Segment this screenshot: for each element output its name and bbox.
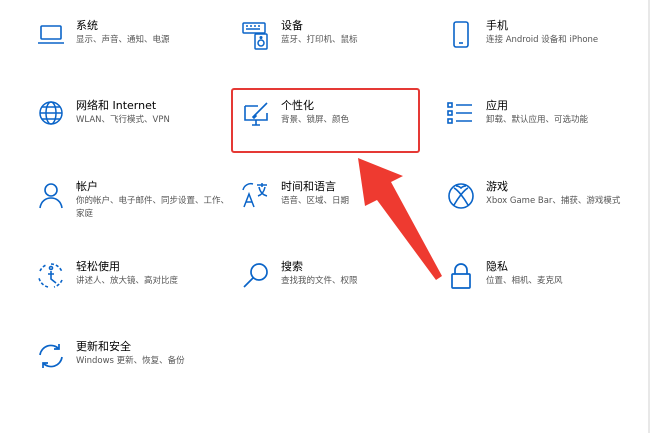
settings-tile-system[interactable]: 系统 显示、声音、通知、电源 bbox=[36, 19, 231, 76]
tile-subtitle: 蓝牙、打印机、鼠标 bbox=[281, 35, 358, 45]
tile-subtitle: 位置、相机、麦克风 bbox=[486, 276, 563, 286]
settings-tile-search[interactable]: 搜索 查找我的文件、权限 bbox=[241, 260, 436, 317]
highlight-box bbox=[231, 88, 420, 153]
settings-tile-ease-of-access[interactable]: 轻松使用 讲述人、放大镜、高对比度 bbox=[36, 260, 231, 317]
tile-subtitle: 连接 Android 设备和 iPhone bbox=[486, 35, 599, 45]
tile-title: 网络和 Internet bbox=[76, 99, 157, 112]
tile-title: 应用 bbox=[486, 99, 508, 112]
settings-tile-network[interactable]: 网络和 Internet WLAN、飞行模式、VPN bbox=[36, 99, 231, 156]
settings-tile-apps[interactable]: 应用 卸载、默认应用、可选功能 bbox=[446, 99, 641, 156]
time-language-icon bbox=[241, 181, 271, 211]
update-icon bbox=[36, 341, 66, 371]
tile-title: 搜索 bbox=[281, 260, 303, 273]
tile-subtitle: 你的帐户、电子邮件、同步设置、工作、家庭 bbox=[76, 196, 230, 219]
phone-icon bbox=[446, 20, 476, 50]
tile-title: 轻松使用 bbox=[76, 260, 120, 273]
tile-subtitle: 查找我的文件、权限 bbox=[281, 276, 358, 286]
settings-tile-update-security[interactable]: 更新和安全 Windows 更新、恢复、备份 bbox=[36, 340, 231, 397]
person-icon bbox=[36, 181, 66, 211]
tile-subtitle: WLAN、飞行模式、VPN bbox=[76, 115, 170, 125]
tile-subtitle: 卸载、默认应用、可选功能 bbox=[486, 115, 589, 125]
lock-icon bbox=[446, 261, 476, 291]
tile-subtitle: Windows 更新、恢复、备份 bbox=[76, 356, 185, 366]
tile-subtitle: 语音、区域、日期 bbox=[281, 196, 350, 206]
tile-title: 更新和安全 bbox=[76, 340, 131, 353]
settings-tile-accounts[interactable]: 帐户 你的帐户、电子邮件、同步设置、工作、家庭 bbox=[36, 180, 231, 237]
app-list-icon bbox=[446, 100, 476, 130]
settings-tile-time-language[interactable]: 时间和语言 语音、区域、日期 bbox=[241, 180, 436, 237]
keyboard-speaker-icon bbox=[241, 20, 271, 50]
tile-title: 游戏 bbox=[486, 180, 508, 193]
globe-icon bbox=[36, 100, 66, 130]
tile-title: 帐户 bbox=[76, 180, 98, 193]
tile-subtitle: Xbox Game Bar、捕获、游戏模式 bbox=[486, 196, 621, 206]
settings-tile-privacy[interactable]: 隐私 位置、相机、麦克风 bbox=[446, 260, 641, 317]
tile-title: 手机 bbox=[486, 19, 508, 32]
search-icon bbox=[241, 261, 271, 291]
xbox-icon bbox=[446, 181, 476, 211]
accessibility-icon bbox=[36, 261, 66, 291]
tile-title: 系统 bbox=[76, 19, 98, 32]
tile-title: 设备 bbox=[281, 19, 303, 32]
tile-title: 隐私 bbox=[486, 260, 508, 273]
tile-subtitle: 显示、声音、通知、电源 bbox=[76, 35, 170, 45]
settings-tile-gaming[interactable]: 游戏 Xbox Game Bar、捕获、游戏模式 bbox=[446, 180, 641, 237]
settings-tile-devices[interactable]: 设备 蓝牙、打印机、鼠标 bbox=[241, 19, 436, 76]
settings-tile-phone[interactable]: 手机 连接 Android 设备和 iPhone bbox=[446, 19, 641, 76]
tile-subtitle: 讲述人、放大镜、高对比度 bbox=[76, 276, 179, 286]
laptop-icon bbox=[36, 20, 66, 50]
tile-title: 时间和语言 bbox=[281, 180, 336, 193]
